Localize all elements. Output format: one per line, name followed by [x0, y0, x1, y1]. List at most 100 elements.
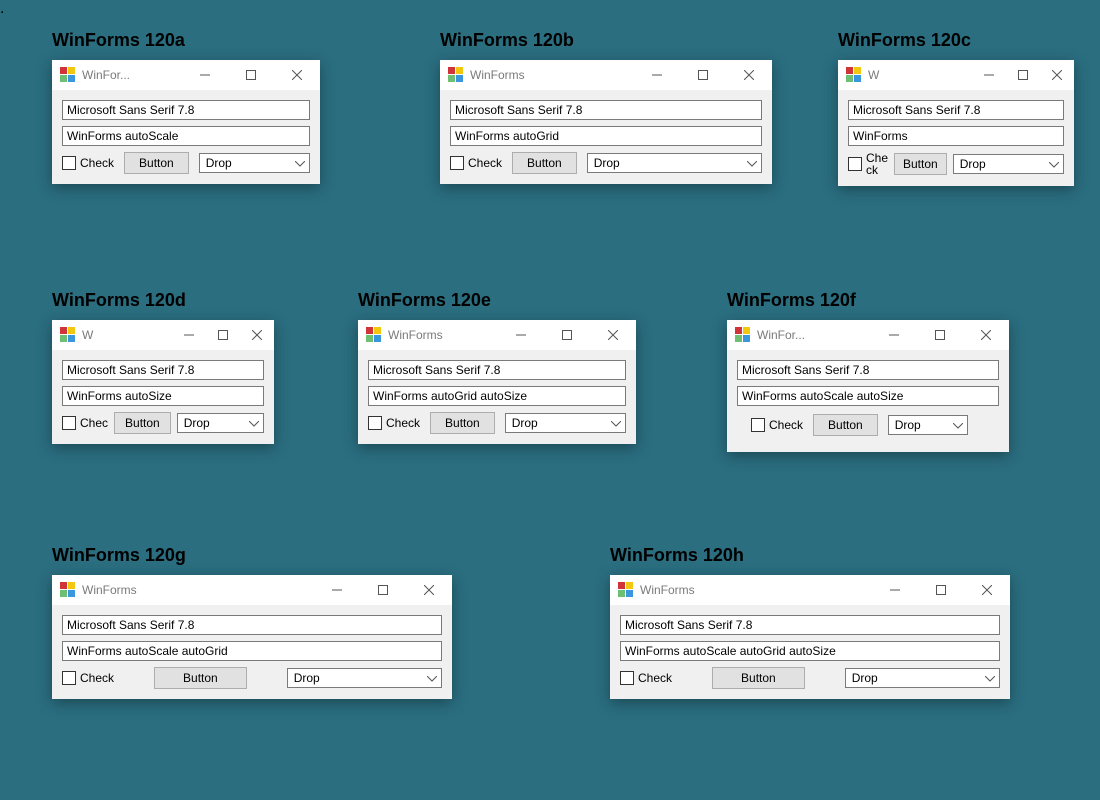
close-button[interactable]	[964, 575, 1010, 605]
button-main[interactable]: Button	[712, 667, 805, 689]
close-button[interactable]	[726, 60, 772, 90]
titlebar: WinForms	[610, 575, 1010, 605]
dropdown[interactable]: Drop	[505, 413, 626, 433]
chevron-down-icon	[747, 156, 757, 170]
textbox-mode[interactable]: WinForms autoScale	[62, 126, 310, 146]
window-120b: WinForms Microsoft Sans Serif 7.8 WinFor…	[440, 60, 772, 184]
button-main[interactable]: Button	[512, 152, 577, 174]
title-text: WinForms	[82, 583, 314, 597]
minimize-button[interactable]	[871, 320, 917, 350]
textbox-font[interactable]: Microsoft Sans Serif 7.8	[62, 615, 442, 635]
title-text: W	[868, 68, 972, 82]
textbox-mode[interactable]: WinForms autoScale autoGrid	[62, 641, 442, 661]
heading-120a: WinForms 120a	[52, 30, 185, 51]
window-controls	[871, 320, 1009, 350]
client-area: Microsoft Sans Serif 7.8 WinForms Check …	[838, 90, 1074, 186]
app-icon	[448, 67, 464, 83]
dropdown-label: Drop	[294, 671, 320, 685]
close-button[interactable]	[406, 575, 452, 605]
textbox-mode[interactable]: WinForms autoSize	[62, 386, 264, 406]
minimize-button[interactable]	[972, 60, 1006, 90]
window-120c: W Microsoft Sans Serif 7.8 WinForms Chec…	[838, 60, 1074, 186]
heading-120c: WinForms 120c	[838, 30, 971, 51]
dropdown[interactable]: Drop	[888, 415, 968, 435]
textbox-font[interactable]: Microsoft Sans Serif 7.8	[62, 360, 264, 380]
textbox-font[interactable]: Microsoft Sans Serif 7.8	[368, 360, 626, 380]
checkbox-wrap[interactable]: Check	[620, 671, 672, 685]
client-area: Microsoft Sans Serif 7.8 WinForms autoSc…	[52, 90, 320, 184]
textbox-font[interactable]: Microsoft Sans Serif 7.8	[450, 100, 762, 120]
dropdown[interactable]: Drop	[177, 413, 264, 433]
close-button[interactable]	[1040, 60, 1074, 90]
textbox-font[interactable]: Microsoft Sans Serif 7.8	[62, 100, 310, 120]
checkbox-wrap[interactable]: Check	[848, 152, 888, 176]
maximize-button[interactable]	[228, 60, 274, 90]
checkbox-label: Chec	[80, 416, 108, 430]
button-main[interactable]: Button	[154, 667, 247, 689]
button-main[interactable]: Button	[124, 152, 189, 174]
textbox-mode[interactable]: WinForms	[848, 126, 1064, 146]
checkbox-wrap[interactable]: Check	[62, 671, 114, 685]
app-icon	[735, 327, 751, 343]
app-icon	[618, 582, 634, 598]
maximize-button[interactable]	[680, 60, 726, 90]
checkbox-icon	[62, 416, 76, 430]
close-button[interactable]	[590, 320, 636, 350]
close-button[interactable]	[240, 320, 274, 350]
minimize-button[interactable]	[182, 60, 228, 90]
minimize-button[interactable]	[498, 320, 544, 350]
heading-120f: WinForms 120f	[727, 290, 856, 311]
textbox-mode[interactable]: WinForms autoScale autoGrid autoSize	[620, 641, 1000, 661]
checkbox-wrap[interactable]: Check	[751, 418, 803, 432]
client-area: Microsoft Sans Serif 7.8 WinForms autoSc…	[727, 350, 1009, 452]
client-area: Microsoft Sans Serif 7.8 WinForms autoSi…	[52, 350, 274, 444]
dropdown[interactable]: Drop	[953, 154, 1064, 174]
checkbox-wrap[interactable]: Check	[62, 156, 114, 170]
dropdown-label: Drop	[206, 156, 232, 170]
checkbox-wrap[interactable]: Chec	[62, 416, 108, 430]
checkbox-label: Check	[80, 156, 114, 170]
chevron-down-icon	[295, 156, 305, 170]
button-main[interactable]: Button	[114, 412, 171, 434]
window-120h: WinForms Microsoft Sans Serif 7.8 WinFor…	[610, 575, 1010, 699]
app-icon	[846, 67, 862, 83]
checkbox-icon	[751, 418, 765, 432]
title-text: WinFor...	[757, 328, 871, 342]
minimize-button[interactable]	[314, 575, 360, 605]
checkbox-icon	[62, 156, 76, 170]
maximize-button[interactable]	[917, 320, 963, 350]
dropdown[interactable]: Drop	[287, 668, 442, 688]
close-button[interactable]	[963, 320, 1009, 350]
chevron-down-icon	[249, 416, 259, 430]
close-button[interactable]	[274, 60, 320, 90]
checkbox-icon	[450, 156, 464, 170]
textbox-font[interactable]: Microsoft Sans Serif 7.8	[848, 100, 1064, 120]
textbox-mode[interactable]: WinForms autoScale autoSize	[737, 386, 999, 406]
dropdown[interactable]: Drop	[845, 668, 1000, 688]
maximize-button[interactable]	[1006, 60, 1040, 90]
button-main[interactable]: Button	[430, 412, 495, 434]
dropdown[interactable]: Drop	[587, 153, 762, 173]
dropdown[interactable]: Drop	[199, 153, 310, 173]
client-area: Microsoft Sans Serif 7.8 WinForms autoGr…	[358, 350, 636, 444]
textbox-mode[interactable]: WinForms autoGrid	[450, 126, 762, 146]
window-controls	[182, 60, 320, 90]
button-main[interactable]: Button	[894, 153, 947, 175]
maximize-button[interactable]	[206, 320, 240, 350]
titlebar: W	[52, 320, 274, 350]
textbox-mode[interactable]: WinForms autoGrid autoSize	[368, 386, 626, 406]
button-main[interactable]: Button	[813, 414, 878, 436]
dropdown-label: Drop	[512, 416, 538, 430]
minimize-button[interactable]	[634, 60, 680, 90]
checkbox-label: Check	[80, 671, 114, 685]
maximize-button[interactable]	[360, 575, 406, 605]
title-text: WinForms	[470, 68, 634, 82]
maximize-button[interactable]	[918, 575, 964, 605]
checkbox-wrap[interactable]: Check	[368, 416, 420, 430]
textbox-font[interactable]: Microsoft Sans Serif 7.8	[620, 615, 1000, 635]
minimize-button[interactable]	[172, 320, 206, 350]
maximize-button[interactable]	[544, 320, 590, 350]
textbox-font[interactable]: Microsoft Sans Serif 7.8	[737, 360, 999, 380]
minimize-button[interactable]	[872, 575, 918, 605]
checkbox-wrap[interactable]: Check	[450, 156, 502, 170]
